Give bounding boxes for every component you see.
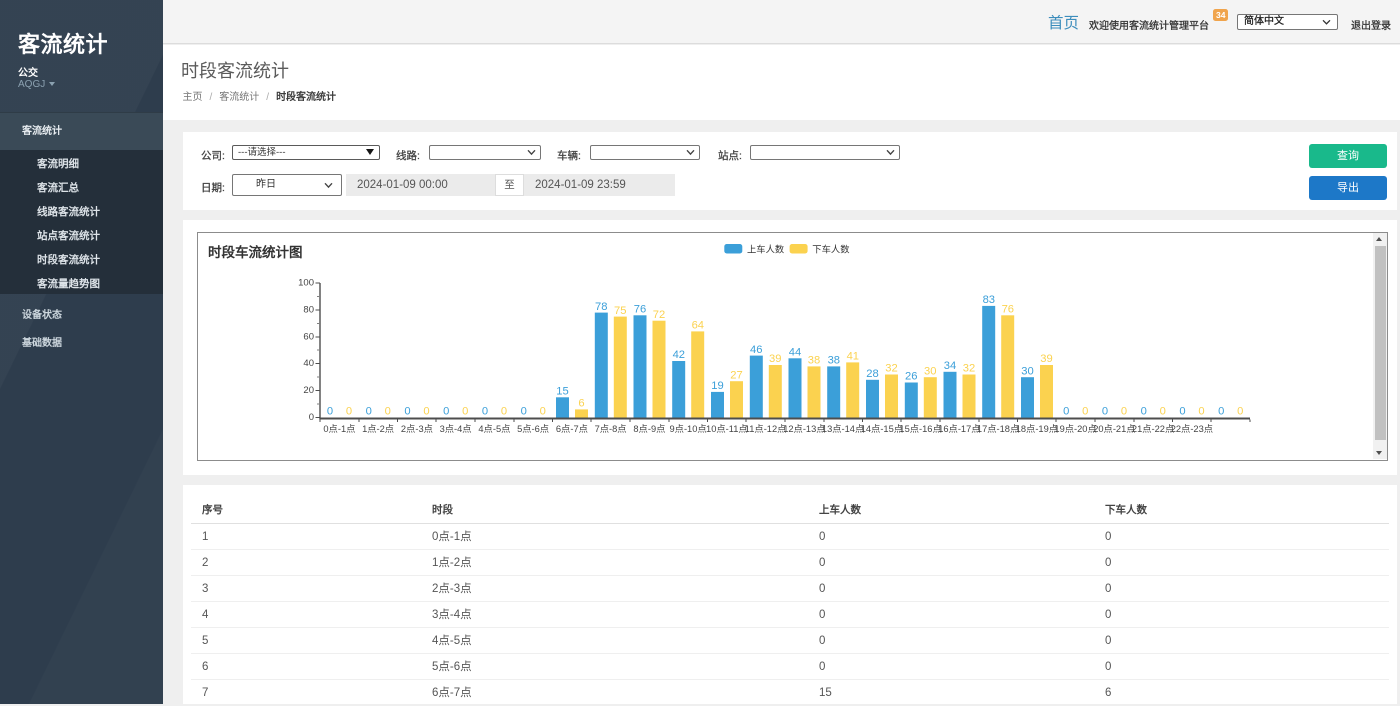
svg-text:60: 60	[303, 331, 314, 342]
svg-text:0: 0	[1218, 406, 1224, 418]
svg-text:6: 6	[578, 398, 584, 410]
svg-text:80: 80	[303, 304, 314, 315]
svg-text:3点-4点: 3点-4点	[440, 424, 472, 434]
svg-text:20: 20	[303, 385, 314, 396]
svg-text:42: 42	[673, 349, 685, 361]
svg-text:39: 39	[769, 353, 781, 365]
svg-text:6点-7点: 6点-7点	[556, 424, 588, 434]
svg-text:19点-20点: 19点-20点	[1054, 424, 1096, 434]
svg-text:34: 34	[944, 360, 956, 372]
svg-text:76: 76	[634, 304, 646, 316]
svg-text:30: 30	[1021, 365, 1033, 377]
svg-text:2点-3点: 2点-3点	[401, 424, 433, 434]
svg-text:0: 0	[327, 406, 333, 418]
svg-text:0: 0	[540, 406, 546, 418]
svg-text:0: 0	[1160, 406, 1166, 418]
svg-text:14点-15点: 14点-15点	[861, 424, 903, 434]
svg-text:0: 0	[1237, 406, 1243, 418]
svg-text:0: 0	[1102, 406, 1108, 418]
svg-text:20点-21点: 20点-21点	[1093, 424, 1135, 434]
svg-text:0: 0	[462, 406, 468, 418]
svg-text:44: 44	[789, 347, 801, 359]
svg-text:17点-18点: 17点-18点	[977, 424, 1019, 434]
svg-text:0: 0	[309, 412, 314, 423]
svg-text:15点-16点: 15点-16点	[899, 424, 941, 434]
svg-text:72: 72	[653, 309, 665, 321]
svg-text:0: 0	[443, 406, 449, 418]
svg-text:0: 0	[1198, 406, 1204, 418]
svg-text:0点-1点: 0点-1点	[323, 424, 355, 434]
svg-text:4点-5点: 4点-5点	[478, 424, 510, 434]
svg-text:11点-12点: 11点-12点	[745, 424, 787, 434]
svg-text:100: 100	[298, 278, 314, 289]
svg-text:46: 46	[750, 344, 762, 356]
svg-text:7点-8点: 7点-8点	[595, 424, 627, 434]
svg-text:41: 41	[847, 351, 859, 363]
svg-text:38: 38	[808, 355, 820, 367]
svg-text:78: 78	[595, 301, 607, 313]
svg-text:0: 0	[1179, 406, 1185, 418]
svg-text:0: 0	[521, 406, 527, 418]
svg-text:8点-9点: 8点-9点	[633, 424, 665, 434]
svg-text:0: 0	[1141, 406, 1147, 418]
svg-text:0: 0	[404, 406, 410, 418]
svg-text:22点-23点: 22点-23点	[1171, 424, 1213, 434]
svg-text:9点-10点: 9点-10点	[669, 424, 706, 434]
svg-text:10点-11点: 10点-11点	[706, 424, 748, 434]
svg-text:0: 0	[366, 406, 372, 418]
svg-text:0: 0	[1082, 406, 1088, 418]
svg-text:75: 75	[614, 305, 626, 317]
svg-text:32: 32	[963, 363, 975, 375]
svg-text:13点-14点: 13点-14点	[822, 424, 864, 434]
svg-text:上车人数: 上车人数	[747, 243, 785, 254]
svg-text:下车人数: 下车人数	[812, 243, 850, 254]
svg-text:27: 27	[730, 369, 742, 381]
svg-text:38: 38	[828, 355, 840, 367]
svg-text:39: 39	[1040, 353, 1052, 365]
svg-text:18点-19点: 18点-19点	[1016, 424, 1058, 434]
svg-text:76: 76	[1002, 304, 1014, 316]
svg-text:0: 0	[1121, 406, 1127, 418]
svg-text:0: 0	[346, 406, 352, 418]
svg-text:21点-22点: 21点-22点	[1132, 424, 1174, 434]
svg-text:40: 40	[303, 358, 314, 369]
svg-text:32: 32	[885, 363, 897, 375]
svg-text:28: 28	[866, 368, 878, 380]
svg-text:5点-6点: 5点-6点	[517, 424, 549, 434]
svg-text:83: 83	[983, 294, 995, 306]
svg-text:30: 30	[924, 365, 936, 377]
svg-text:0: 0	[423, 406, 429, 418]
svg-text:64: 64	[692, 320, 704, 332]
svg-text:19: 19	[711, 380, 723, 392]
svg-text:0: 0	[482, 406, 488, 418]
svg-text:0: 0	[1063, 406, 1069, 418]
svg-text:0: 0	[501, 406, 507, 418]
svg-text:16点-17点: 16点-17点	[938, 424, 980, 434]
svg-text:26: 26	[905, 371, 917, 383]
svg-text:15: 15	[556, 386, 568, 398]
svg-text:0: 0	[385, 406, 391, 418]
svg-text:1点-2点: 1点-2点	[362, 424, 394, 434]
svg-text:12点-13点: 12点-13点	[783, 424, 825, 434]
